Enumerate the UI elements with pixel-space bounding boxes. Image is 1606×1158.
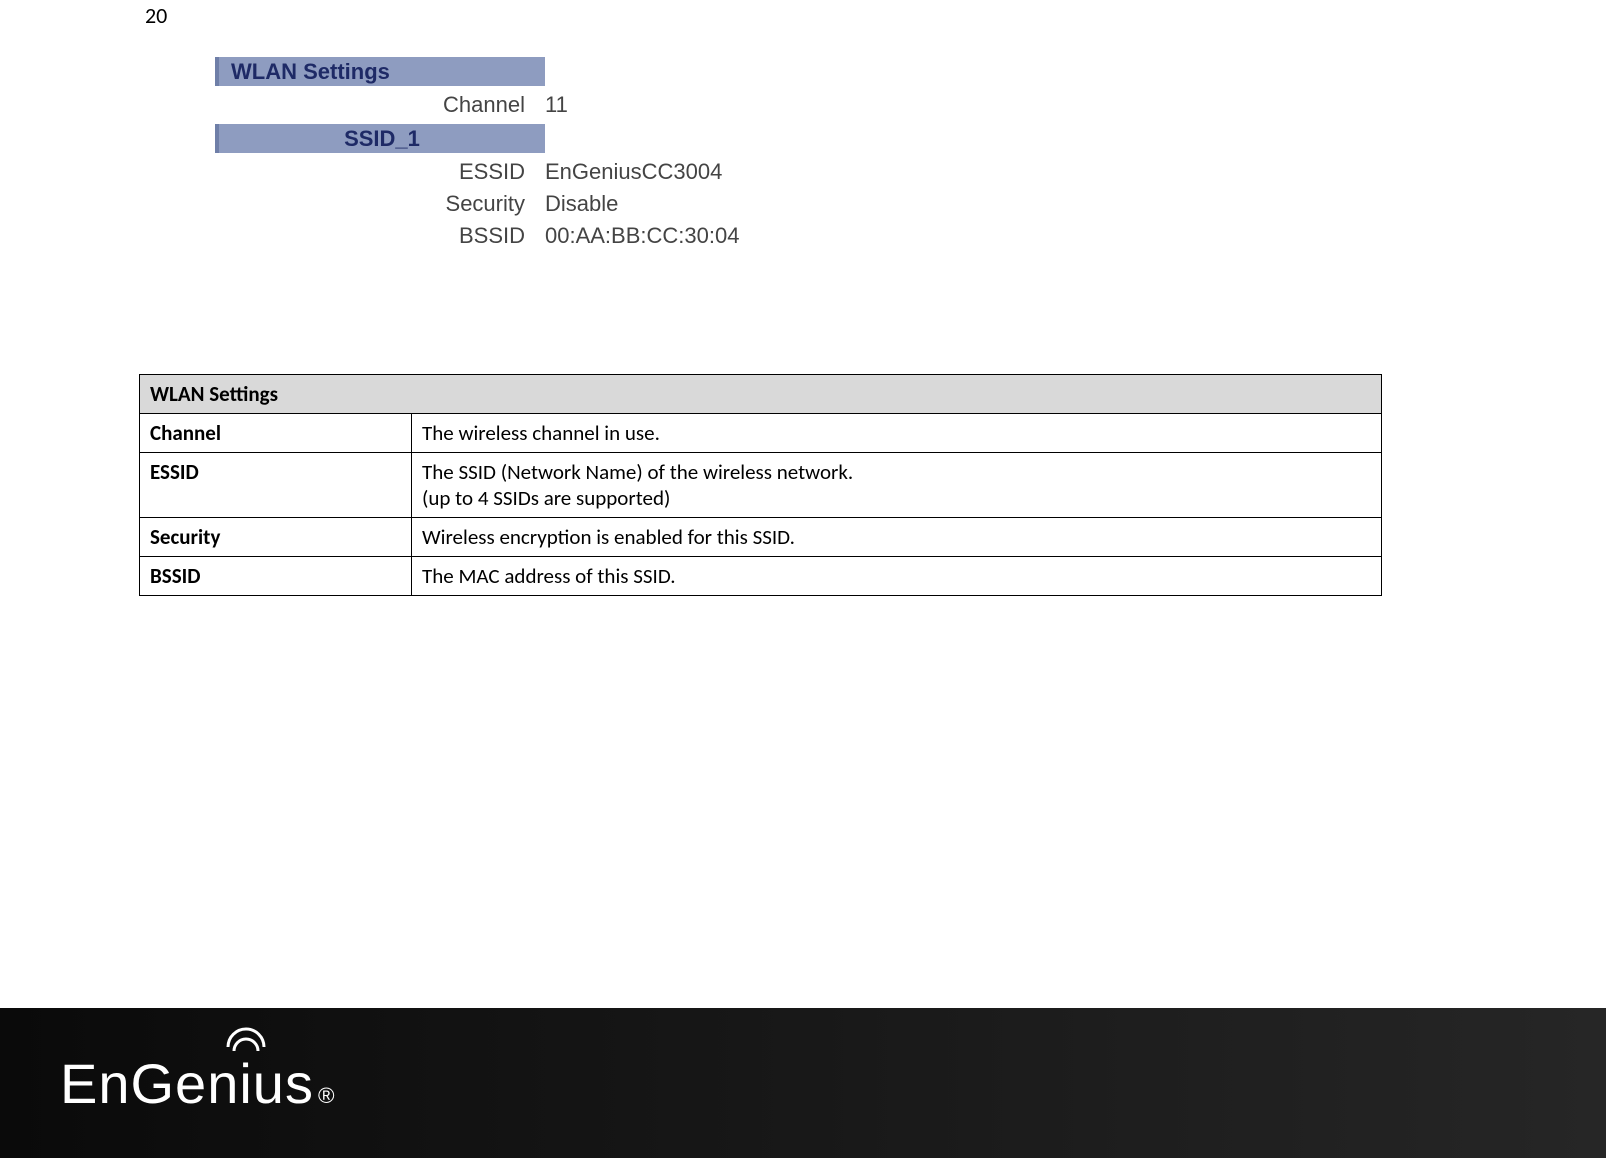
wlan-settings-header: WLAN Settings: [215, 57, 545, 86]
label-channel: Channel: [215, 92, 545, 118]
wlan-settings-panel: WLAN Settings Channel 11 SSID_1 ESSID En…: [215, 57, 845, 255]
label-essid: ESSID: [215, 159, 545, 185]
value-bssid: 00:AA:BB:CC:30:04: [545, 223, 739, 249]
table-row: ESSID The SSID (Network Name) of the wir…: [140, 453, 1382, 518]
value-security: Disable: [545, 191, 618, 217]
wifi-arc-icon: [222, 1021, 270, 1053]
brand-i-with-arc: i: [239, 1051, 252, 1116]
table-row: BSSID The MAC address of this SSID.: [140, 557, 1382, 596]
row-security: Security Disable: [215, 191, 845, 217]
table-row: Security Wireless encryption is enabled …: [140, 518, 1382, 557]
value-channel: 11: [545, 92, 568, 118]
brand-logo: EnGen ius®: [60, 1051, 335, 1116]
cell-name: BSSID: [140, 557, 412, 596]
row-bssid: BSSID 00:AA:BB:CC:30:04: [215, 223, 845, 249]
cell-name: Security: [140, 518, 412, 557]
wlan-description-table: WLAN Settings Channel The wireless chann…: [139, 374, 1382, 596]
cell-name: Channel: [140, 414, 412, 453]
brand-text-part1: EnGen: [60, 1051, 239, 1116]
cell-desc: The MAC address of this SSID.: [412, 557, 1382, 596]
table-header-row: WLAN Settings: [140, 375, 1382, 414]
cell-desc: Wireless encryption is enabled for this …: [412, 518, 1382, 557]
registered-mark: ®: [318, 1083, 336, 1109]
value-essid: EnGeniusCC3004: [545, 159, 722, 185]
cell-desc: The SSID (Network Name) of the wireless …: [412, 453, 1382, 518]
page-number: 20: [145, 2, 167, 29]
cell-name: ESSID: [140, 453, 412, 518]
table-row: Channel The wireless channel in use.: [140, 414, 1382, 453]
label-security: Security: [215, 191, 545, 217]
label-bssid: BSSID: [215, 223, 545, 249]
page-footer: EnGen ius®: [0, 1008, 1606, 1158]
ssid1-header: SSID_1: [215, 124, 545, 153]
row-channel: Channel 11: [215, 92, 845, 118]
row-essid: ESSID EnGeniusCC3004: [215, 159, 845, 185]
cell-desc: The wireless channel in use.: [412, 414, 1382, 453]
brand-text-part2: us: [253, 1051, 314, 1116]
table-header: WLAN Settings: [140, 375, 1382, 414]
